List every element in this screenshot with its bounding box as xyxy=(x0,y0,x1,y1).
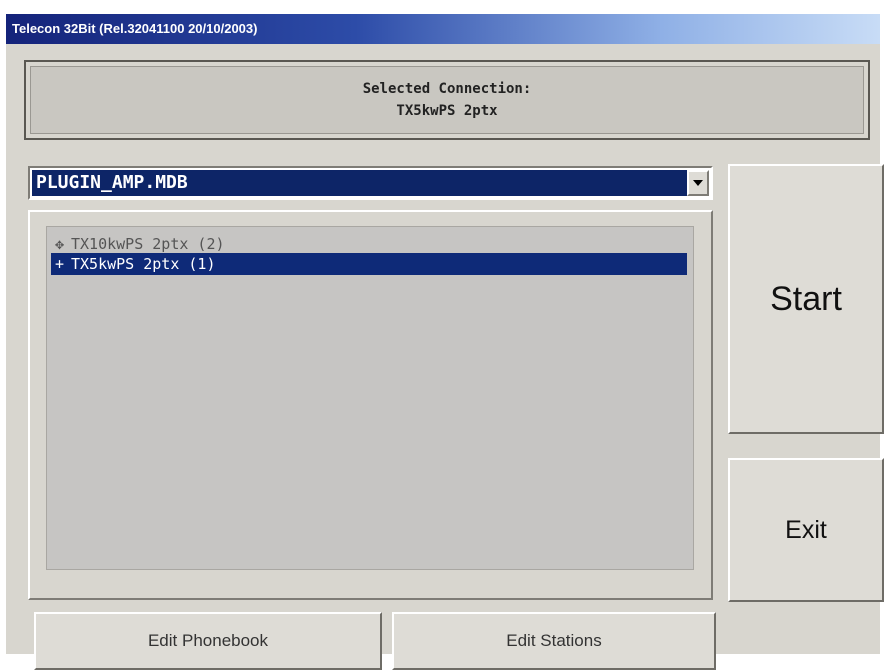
bullet-icon: + xyxy=(55,255,65,273)
selected-connection-box: Selected Connection: TX5kwPS 2ptx xyxy=(30,66,864,134)
selected-connection-heading: Selected Connection: xyxy=(362,81,532,97)
database-select-value[interactable]: PLUGIN_AMP.MDB xyxy=(32,170,687,196)
selected-connection-panel: Selected Connection: TX5kwPS 2ptx xyxy=(24,60,870,140)
list-item-tx10kwps[interactable]: ✥ TX10kwPS 2ptx (2) xyxy=(51,233,687,255)
connection-list-frame: ✥ TX10kwPS 2ptx (2) + TX5kwPS 2ptx (1) xyxy=(28,210,713,600)
list-item-label: TX10kwPS 2ptx (2) xyxy=(71,235,225,253)
exit-button[interactable]: Exit xyxy=(728,458,884,602)
start-button[interactable]: Start xyxy=(728,164,884,434)
window-title: Telecon 32Bit (Rel.32041100 20/10/2003) xyxy=(6,14,880,44)
plus-node-icon: ✥ xyxy=(55,235,65,253)
connection-list[interactable]: ✥ TX10kwPS 2ptx (2) + TX5kwPS 2ptx (1) xyxy=(46,226,694,570)
chevron-down-icon[interactable] xyxy=(687,170,709,196)
list-item-tx5kwps[interactable]: + TX5kwPS 2ptx (1) xyxy=(51,253,687,275)
edit-phonebook-button[interactable]: Edit Phonebook xyxy=(34,612,382,670)
edit-stations-button[interactable]: Edit Stations xyxy=(392,612,716,670)
selected-connection-value: TX5kwPS 2ptx xyxy=(396,103,498,119)
list-item-label: TX5kwPS 2ptx (1) xyxy=(71,255,216,273)
database-select[interactable]: PLUGIN_AMP.MDB xyxy=(28,166,713,200)
app-window: Telecon 32Bit (Rel.32041100 20/10/2003) … xyxy=(6,14,884,670)
